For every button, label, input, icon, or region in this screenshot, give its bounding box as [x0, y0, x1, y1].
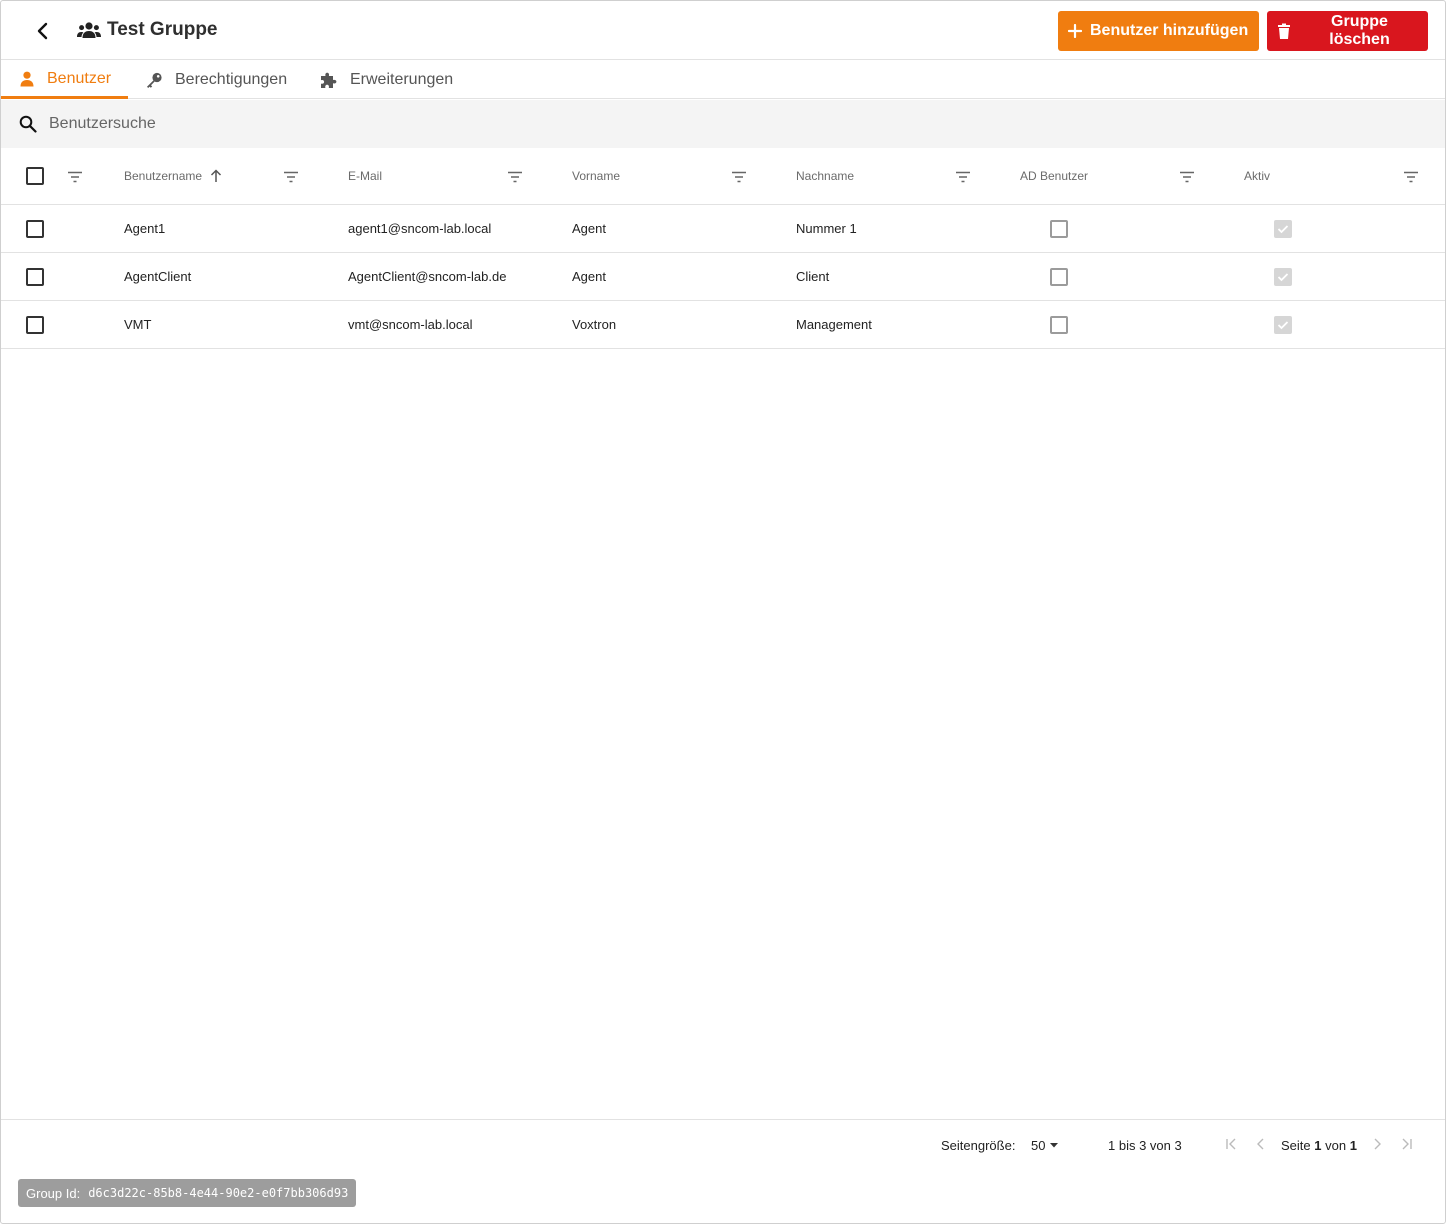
cell-lastname: Nummer 1 [796, 221, 857, 236]
column-header-email[interactable]: E-Mail [348, 148, 382, 204]
row-select-cell [26, 253, 44, 300]
group-id-value: d6c3d22c-85b8-4e44-90e2-e0f7bb306d93 [88, 1186, 349, 1200]
column-header-ad-user[interactable]: AD Benutzer [1020, 148, 1088, 204]
back-button[interactable] [29, 17, 57, 45]
search-bar [1, 100, 1445, 148]
filter-icon[interactable] [283, 169, 299, 185]
column-header-username-label: Benutzername [124, 169, 203, 183]
cell-ad-user [1050, 205, 1068, 252]
tab-bar: Benutzer Berechtigungen Erweiterungen [1, 61, 1445, 99]
cell-email: agent1@sncom-lab.local [348, 221, 492, 236]
table-row[interactable]: AgentClient AgentClient@sncom-lab.de Age… [1, 253, 1445, 301]
cell-username: Agent1 [124, 221, 166, 236]
page-total: 1 [1349, 1138, 1357, 1153]
filter-icon[interactable] [67, 169, 83, 185]
ad-user-checkbox [1050, 267, 1068, 286]
active-checkbox [1274, 267, 1292, 286]
group-id-label: Group Id: [26, 1185, 81, 1201]
cell-username: VMT [124, 317, 152, 332]
page-prefix: Seite [1281, 1138, 1311, 1153]
tab-extensions-label: Erweiterungen [350, 71, 454, 88]
ad-user-checkbox [1050, 315, 1068, 334]
app-frame: Test Gruppe Benutzer hinzufügen Gruppe l… [0, 0, 1446, 1224]
trash-icon [1278, 23, 1290, 39]
delete-group-label: Gruppe löschen [1329, 13, 1390, 48]
previous-page-icon[interactable] [1254, 1137, 1268, 1151]
tab-extensions[interactable]: Erweiterungen [320, 61, 453, 99]
row-select-cell [26, 301, 44, 348]
key-icon [147, 72, 162, 88]
cell-email: AgentClient@sncom-lab.de [348, 269, 507, 284]
group-id-badge: Group Id: d6c3d22c-85b8-4e44-90e2-e0f7bb… [18, 1179, 357, 1207]
puzzle-icon [321, 72, 337, 88]
tab-users-label: Benutzer [47, 69, 112, 87]
person-icon [20, 71, 34, 86]
row-select-cell [26, 205, 44, 252]
sort-ascending-icon [211, 169, 222, 182]
column-header-lastname[interactable]: Nachname [796, 148, 854, 204]
caret-down-icon [1050, 1143, 1059, 1148]
cell-active [1274, 205, 1292, 252]
row-checkbox[interactable] [26, 267, 44, 286]
check-icon [1277, 320, 1289, 329]
tab-permissions[interactable]: Berechtigungen [145, 61, 287, 99]
pagination-bar: Seitengröße: 50 1 bis 3 von 3 Seite 1 vo… [1, 1119, 1445, 1169]
filter-icon[interactable] [1403, 169, 1419, 185]
cell-ad-user [1050, 301, 1068, 348]
add-user-label: Benutzer hinzufügen [1090, 22, 1249, 39]
check-icon [1277, 272, 1289, 281]
user-search-input[interactable] [49, 110, 649, 138]
page-current: 1 [1314, 1138, 1322, 1153]
page-title: Test Gruppe [107, 19, 218, 40]
add-user-button[interactable]: Benutzer hinzufügen [1058, 11, 1259, 51]
range-label: 1 bis 3 von 3 [1108, 1138, 1182, 1153]
cell-firstname: Agent [572, 221, 606, 236]
filter-icon[interactable] [731, 169, 747, 185]
active-checkbox [1274, 315, 1292, 334]
row-checkbox[interactable] [26, 219, 44, 238]
page-size-select[interactable]: 50 [1031, 1138, 1059, 1153]
column-header-firstname[interactable]: Vorname [572, 148, 620, 204]
tab-permissions-label: Berechtigungen [175, 71, 288, 88]
next-page-icon[interactable] [1370, 1137, 1384, 1151]
cell-lastname: Management [796, 317, 872, 332]
filter-icon[interactable] [507, 169, 523, 185]
row-checkbox[interactable] [26, 315, 44, 334]
first-page-icon[interactable] [1224, 1137, 1238, 1151]
delete-group-button[interactable]: Gruppe löschen [1267, 11, 1428, 51]
table-header: Benutzername E-Mail Vorname Nachname AD … [1, 148, 1445, 205]
chevron-left-icon [37, 22, 48, 40]
cell-email: vmt@sncom-lab.local [348, 317, 473, 332]
ad-user-checkbox [1050, 219, 1068, 238]
table-row[interactable]: VMT vmt@sncom-lab.local Voxtron Manageme… [1, 301, 1445, 349]
check-icon [1277, 224, 1289, 233]
cell-ad-user [1050, 253, 1068, 300]
page-separator: von [1325, 1138, 1347, 1153]
cell-lastname: Client [796, 269, 830, 284]
active-checkbox [1274, 219, 1292, 238]
page-size-value: 50 [1031, 1138, 1046, 1153]
column-header-active[interactable]: Aktiv [1244, 148, 1270, 204]
page-size-label: Seitengröße: [941, 1138, 1016, 1153]
column-header-username[interactable]: Benutzername [124, 148, 222, 204]
last-page-icon[interactable] [1400, 1137, 1414, 1151]
filter-icon[interactable] [955, 169, 971, 185]
page-indicator: Seite 1 von 1 [1281, 1138, 1357, 1153]
cell-firstname: Voxtron [572, 317, 617, 332]
select-all-cell [26, 148, 44, 204]
select-all-checkbox[interactable] [26, 167, 44, 185]
tab-users[interactable]: Benutzer [1, 61, 128, 99]
cell-active [1274, 253, 1292, 300]
group-icon [77, 22, 101, 38]
plus-icon [1068, 24, 1082, 38]
cell-username: AgentClient [124, 269, 192, 284]
table-row[interactable]: Agent1 agent1@sncom-lab.local Agent Numm… [1, 205, 1445, 253]
cell-firstname: Agent [572, 269, 606, 284]
filter-icon[interactable] [1179, 169, 1195, 185]
search-icon [19, 115, 37, 133]
cell-active [1274, 301, 1292, 348]
header-bar: Test Gruppe Benutzer hinzufügen Gruppe l… [1, 1, 1445, 60]
